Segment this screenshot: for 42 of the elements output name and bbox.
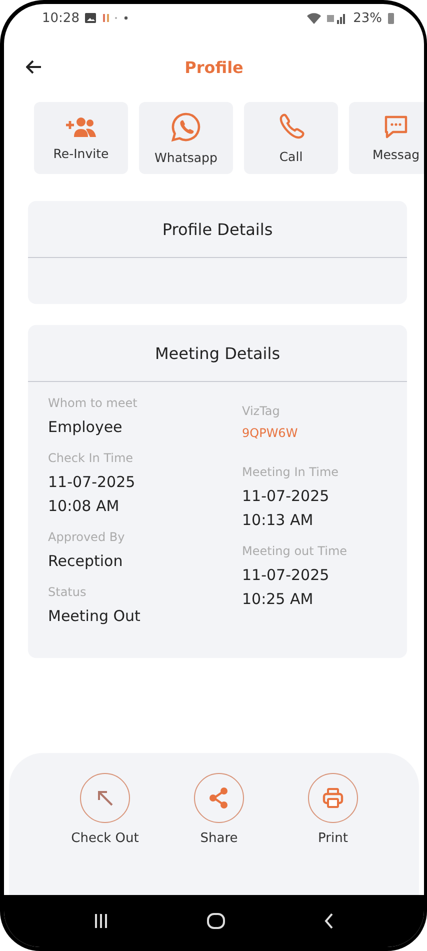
bottom-action-button[interactable]: Print <box>290 773 376 895</box>
message-icon <box>383 114 409 138</box>
tag-code: 9QPW6W <box>242 425 299 442</box>
chat-phone-icon <box>171 112 201 142</box>
field-label: VizTag <box>242 404 281 418</box>
field-value: 11-07-2025 10:08 AM <box>48 472 136 517</box>
add-people-icon <box>64 116 98 138</box>
signal-icon <box>327 12 348 24</box>
share-icon <box>208 786 230 810</box>
wifi-icon <box>307 12 322 24</box>
gallery-icon <box>85 13 96 23</box>
action-button[interactable]: Re-Invite <box>34 102 128 174</box>
status-time: 10:28 <box>42 10 80 26</box>
field-label: Meeting out Time <box>242 544 348 558</box>
page-title: Profile <box>184 58 244 76</box>
bottom-action-button[interactable]: Check Out <box>62 773 148 895</box>
action-button[interactable]: Messag <box>349 102 424 174</box>
field-label: Check In Time <box>48 451 134 465</box>
field-label: Meeting In Time <box>242 465 340 479</box>
field-label: Approved By <box>48 530 126 544</box>
field-value: Reception <box>48 551 124 572</box>
card-title: Profile Details <box>28 201 407 258</box>
back-arrow-icon[interactable] <box>26 60 42 74</box>
recent-apps-icon[interactable] <box>94 914 108 928</box>
battery-percent: 23% <box>353 10 382 26</box>
field-label: Status <box>48 585 88 599</box>
arrow-up-left-icon <box>95 788 115 808</box>
notification-dots-icon <box>102 13 128 23</box>
field-value: 11-07-2025 10:25 AM <box>242 565 330 610</box>
printer-icon <box>322 787 344 809</box>
back-icon[interactable] <box>324 913 334 929</box>
battery-icon <box>388 12 394 24</box>
home-icon[interactable] <box>206 913 225 929</box>
card-title: Meeting Details <box>28 325 407 382</box>
field-value: 11-07-2025 10:13 AM <box>242 486 330 531</box>
bottom-action-button[interactable]: Share <box>176 773 262 895</box>
action-button[interactable]: Whatsapp <box>139 102 233 174</box>
field-value: Employee <box>48 417 124 438</box>
field-label: Whom to meet <box>48 396 138 410</box>
action-button[interactable]: Call <box>244 102 338 174</box>
field-value: Meeting Out <box>48 606 142 627</box>
phone-icon <box>277 112 305 140</box>
